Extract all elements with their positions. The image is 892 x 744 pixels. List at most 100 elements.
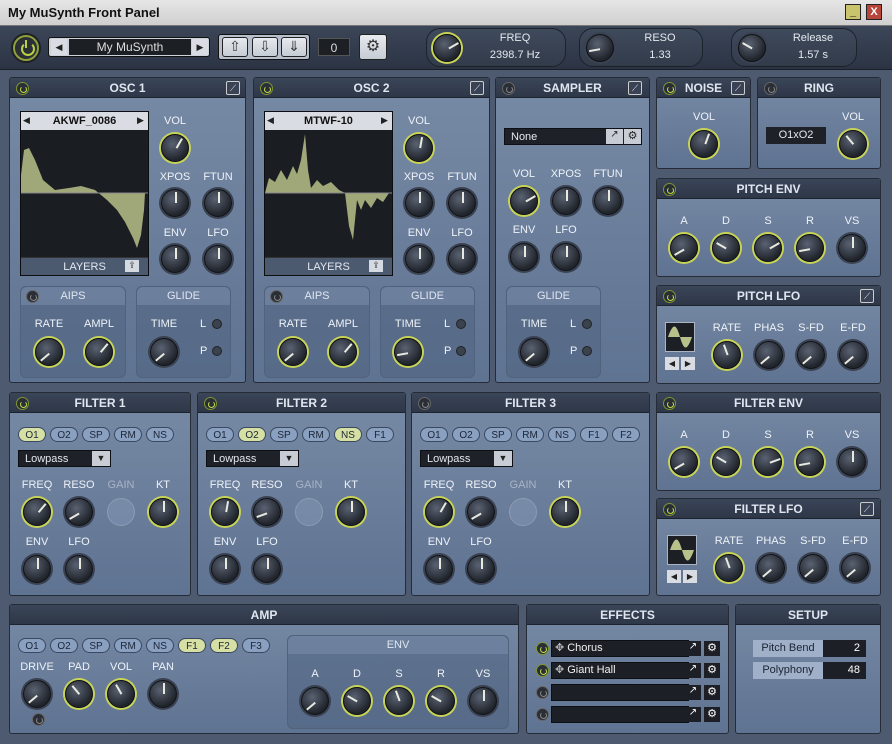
fx-slot3-power-icon[interactable]: [536, 686, 549, 699]
osc1-aips-ampl-knob[interactable]: [85, 338, 113, 366]
filter2-src-o1[interactable]: O1: [206, 427, 234, 442]
save-icon[interactable]: ⇩: [252, 37, 278, 57]
osc1-wave-name[interactable]: AKWF_0086: [21, 112, 148, 130]
amp-env-d-knob[interactable]: [343, 687, 371, 715]
pitch-env-a-knob[interactable]: [670, 234, 698, 262]
sampler-glide-time-knob[interactable]: [520, 338, 548, 366]
osc2-aips-rate-knob[interactable]: [279, 338, 307, 366]
filter3-src-sp[interactable]: SP: [484, 427, 512, 442]
osc1-edit-icon[interactable]: ⟋: [226, 81, 240, 95]
filter3-reso-knob[interactable]: [467, 498, 495, 526]
filter2-src-o2[interactable]: O2: [238, 427, 266, 442]
sampler-edit-sample-icon[interactable]: ↗: [606, 129, 623, 144]
open-folder-icon[interactable]: ⇧: [222, 37, 248, 57]
filter-env-r-knob[interactable]: [796, 448, 824, 476]
amp-src-o1[interactable]: O1: [18, 638, 46, 653]
filter1-src-sp[interactable]: SP: [82, 427, 110, 442]
filter2-src-ns[interactable]: NS: [334, 427, 362, 442]
filter2-env-knob[interactable]: [211, 555, 239, 583]
osc1-glide-l-toggle[interactable]: [212, 319, 222, 329]
filter3-power-icon[interactable]: [418, 397, 431, 410]
noise-vol-knob[interactable]: [690, 130, 718, 158]
filter1-freq-knob[interactable]: [23, 498, 51, 526]
amp-vol-knob[interactable]: [107, 680, 135, 708]
osc2-ftun-knob[interactable]: [448, 189, 476, 217]
sampler-glide-l-toggle[interactable]: [582, 319, 592, 329]
filter1-src-rm[interactable]: RM: [114, 427, 142, 442]
filter1-src-o1[interactable]: O1: [18, 427, 46, 442]
sampler-env-knob[interactable]: [510, 243, 538, 271]
minimize-button[interactable]: _: [845, 4, 861, 20]
pitch-env-r-knob[interactable]: [796, 234, 824, 262]
osc1-glide-p-toggle[interactable]: [212, 346, 222, 356]
fx-slot4-power-icon[interactable]: [536, 708, 549, 721]
osc1-ftun-knob[interactable]: [204, 189, 232, 217]
filter2-src-sp[interactable]: SP: [270, 427, 298, 442]
amp-pad-knob[interactable]: [65, 680, 93, 708]
amp-src-ns[interactable]: NS: [146, 638, 174, 653]
filter2-power-icon[interactable]: [204, 397, 217, 410]
fx-slot2-power-icon[interactable]: [536, 664, 549, 677]
osc2-layers-import-icon[interactable]: ⇪: [369, 260, 383, 272]
osc1-lfo-knob[interactable]: [204, 245, 232, 273]
amp-src-f3[interactable]: F3: [242, 638, 270, 653]
osc1-wave-next-icon[interactable]: ▶: [137, 115, 144, 126]
filter2-kt-knob[interactable]: [337, 498, 365, 526]
amp-src-f2[interactable]: F2: [210, 638, 238, 653]
osc1-env-knob[interactable]: [161, 245, 189, 273]
osc2-env-knob[interactable]: [405, 245, 433, 273]
fx-slot4-edit-icon[interactable]: ↗: [685, 707, 701, 722]
fx-slot1[interactable]: ✥ Chorus: [551, 640, 689, 657]
pitch-env-power-icon[interactable]: [663, 183, 676, 196]
filter2-mode-select[interactable]: Lowpass ▼: [206, 450, 299, 467]
filter3-mode-select[interactable]: Lowpass ▼: [420, 450, 513, 467]
filter-lfo-rate-knob[interactable]: [715, 554, 743, 582]
filter1-src-o2[interactable]: O2: [50, 427, 78, 442]
preset-next-icon[interactable]: ▶: [192, 39, 208, 55]
ring-power-icon[interactable]: [764, 82, 777, 95]
filter3-kt-knob[interactable]: [551, 498, 579, 526]
amp-drive-knob[interactable]: [23, 680, 51, 708]
amp-env-s-knob[interactable]: [385, 687, 413, 715]
amp-pan-knob[interactable]: [149, 680, 177, 708]
pitch-lfo-power-icon[interactable]: [663, 290, 676, 303]
ring-vol-knob[interactable]: [839, 130, 867, 158]
osc1-aips-power-icon[interactable]: [26, 290, 39, 303]
filter1-env-knob[interactable]: [23, 555, 51, 583]
sampler-vol-knob[interactable]: [510, 187, 538, 215]
pitch-lfo-efd-knob[interactable]: [839, 341, 867, 369]
osc1-aips-rate-knob[interactable]: [35, 338, 63, 366]
fx-slot4-settings-icon[interactable]: ⚙: [704, 707, 720, 722]
filter-env-d-knob[interactable]: [712, 448, 740, 476]
filter3-lfo-knob[interactable]: [467, 555, 495, 583]
filter-lfo-phas-knob[interactable]: [757, 554, 785, 582]
preset-prev-icon[interactable]: ◀: [51, 39, 67, 55]
filter-env-vs-knob[interactable]: [838, 448, 866, 476]
release-macro-knob[interactable]: [738, 34, 766, 62]
filter3-env-knob[interactable]: [425, 555, 453, 583]
filter3-src-f2[interactable]: F2: [612, 427, 640, 442]
filter3-freq-knob[interactable]: [425, 498, 453, 526]
pitch-lfo-sfd-knob[interactable]: [797, 341, 825, 369]
noise-edit-icon[interactable]: ⟋: [731, 81, 745, 95]
sampler-xpos-knob[interactable]: [552, 187, 580, 215]
filter1-power-icon[interactable]: [16, 397, 29, 410]
sampler-lfo-knob[interactable]: [552, 243, 580, 271]
master-power-icon[interactable]: [13, 35, 39, 61]
filter1-kt-knob[interactable]: [149, 498, 177, 526]
filter3-src-ns[interactable]: NS: [548, 427, 576, 442]
osc2-edit-icon[interactable]: ⟋: [470, 81, 484, 95]
filter2-lfo-knob[interactable]: [253, 555, 281, 583]
fx-slot2[interactable]: ✥ Giant Hall: [551, 662, 689, 679]
filter3-src-o2[interactable]: O2: [452, 427, 480, 442]
pitch-env-d-knob[interactable]: [712, 234, 740, 262]
ring-source-select[interactable]: O1xO2: [766, 127, 826, 144]
filter3-src-o1[interactable]: O1: [420, 427, 448, 442]
osc1-layers-import-icon[interactable]: ⇪: [125, 260, 139, 272]
filter-lfo-edit-icon[interactable]: ⟋: [860, 502, 874, 516]
counter-field[interactable]: 0: [318, 38, 350, 56]
filter1-src-ns[interactable]: NS: [146, 427, 174, 442]
fx-slot3-settings-icon[interactable]: ⚙: [704, 685, 720, 700]
filter1-lfo-knob[interactable]: [65, 555, 93, 583]
noise-power-icon[interactable]: [663, 82, 676, 95]
